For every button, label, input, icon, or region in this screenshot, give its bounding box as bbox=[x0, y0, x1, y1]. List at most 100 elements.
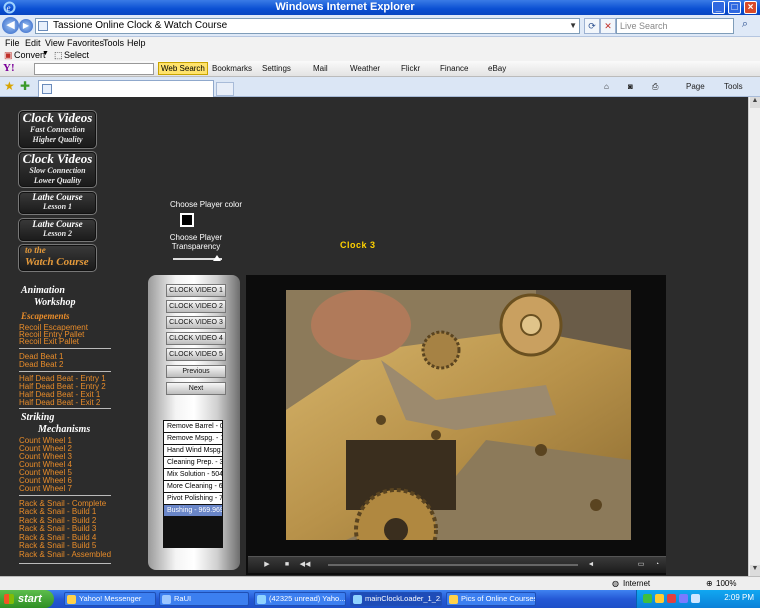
system-tray: 2:09 PM bbox=[636, 590, 760, 608]
menu-view[interactable]: View bbox=[45, 38, 64, 48]
video-display[interactable] bbox=[286, 290, 631, 540]
tray-icon[interactable] bbox=[691, 594, 700, 603]
tray-icon[interactable] bbox=[679, 594, 688, 603]
chapter-item[interactable]: Pivot Polishing - 7 bbox=[164, 493, 222, 504]
link-half-dead-exit-2[interactable]: Half Dead Beat - Exit 2 bbox=[19, 399, 100, 407]
yahoo-search-input[interactable] bbox=[34, 63, 154, 75]
toolbar-flickr[interactable]: Flickr bbox=[401, 64, 420, 73]
search-icon[interactable]: ⌕ bbox=[737, 18, 753, 34]
clock-videos-fast-button[interactable]: Clock Videos Fast Connection Higher Qual… bbox=[18, 110, 97, 149]
seek-bar[interactable] bbox=[328, 564, 578, 566]
clock-videos-slow-button[interactable]: Clock Videos Slow Connection Lower Quali… bbox=[18, 151, 97, 188]
maximize-button[interactable]: □ bbox=[728, 1, 741, 14]
web-search-button[interactable]: Web Search bbox=[158, 62, 208, 75]
feeds-icon[interactable]: ◙ bbox=[628, 82, 633, 91]
chevron-down-icon[interactable]: ▼ bbox=[42, 50, 49, 57]
close-button[interactable]: × bbox=[744, 1, 757, 14]
page-menu[interactable]: Page bbox=[686, 82, 705, 91]
refresh-icon[interactable]: ⟳ bbox=[584, 18, 600, 34]
tray-icon[interactable] bbox=[655, 594, 664, 603]
menu-help[interactable]: Help bbox=[127, 38, 146, 48]
volume-icon[interactable]: ◄ bbox=[584, 560, 598, 570]
scroll-down-icon[interactable]: ▼ bbox=[750, 565, 760, 576]
scroll-up-icon[interactable]: ▲ bbox=[750, 97, 760, 108]
link-count-wheel-7[interactable]: Count Wheel 7 bbox=[19, 485, 72, 493]
favorites-star-icon[interactable]: ★ bbox=[4, 79, 15, 93]
task-pics-online-courses[interactable]: Pics of Online Courses bbox=[446, 592, 536, 606]
chapter-item[interactable]: More Cleaning - 6 bbox=[164, 481, 222, 492]
link-rack-build-5[interactable]: Rack & Snail - Build 5 bbox=[19, 542, 96, 550]
chapter-item[interactable]: Hand Wind Mspg. bbox=[164, 445, 222, 456]
task-yahoo-messenger[interactable]: Yahoo! Messenger bbox=[64, 592, 156, 606]
chapter-item-selected[interactable]: Bushing - 969.969 bbox=[164, 505, 222, 516]
tray-icon[interactable] bbox=[643, 594, 652, 603]
toolbar-finance[interactable]: Finance bbox=[440, 64, 468, 73]
menu-tools[interactable]: Tools bbox=[103, 38, 124, 48]
convert-button[interactable]: Convert bbox=[14, 50, 46, 60]
stop-icon[interactable]: ■ bbox=[280, 560, 294, 570]
clock-video-2-button[interactable]: CLOCK VIDEO 2 bbox=[166, 300, 226, 313]
clock-video-1-button[interactable]: CLOCK VIDEO 1 bbox=[166, 284, 226, 297]
link-dead-beat-2[interactable]: Dead Beat 2 bbox=[19, 361, 63, 369]
tray-icon[interactable] bbox=[667, 594, 676, 603]
link-recoil-exit[interactable]: Recoil Exit Pallet bbox=[19, 338, 79, 346]
menu-favorites[interactable]: Favorites bbox=[67, 38, 104, 48]
clock-video-5-button[interactable]: CLOCK VIDEO 5 bbox=[166, 348, 226, 361]
fullscreen-icon[interactable]: ▭ bbox=[634, 560, 648, 570]
home-icon[interactable]: ⌂ bbox=[604, 82, 609, 91]
back-button[interactable]: ◀ bbox=[2, 17, 19, 34]
toolbar-bookmarks[interactable]: Bookmarks bbox=[212, 64, 252, 73]
task-raui[interactable]: RaUI bbox=[159, 592, 249, 606]
link-rack-build-3[interactable]: Rack & Snail - Build 3 bbox=[19, 525, 96, 533]
toolbar-settings[interactable]: Settings bbox=[262, 64, 291, 73]
transparency-slider[interactable] bbox=[173, 255, 222, 261]
play-icon[interactable]: ▶ bbox=[260, 560, 274, 570]
workshop-heading: Workshop bbox=[34, 297, 76, 308]
add-favorites-icon[interactable]: ✚ bbox=[20, 79, 30, 93]
slider-knob[interactable] bbox=[213, 255, 222, 261]
button-title: Clock Videos bbox=[22, 110, 93, 125]
taskbar-clock[interactable]: 2:09 PM bbox=[724, 593, 754, 602]
forward-button[interactable]: ▶ bbox=[19, 19, 33, 33]
zoom-level[interactable]: 100% bbox=[716, 579, 736, 588]
link-rack-assembled[interactable]: Rack & Snail - Assembled bbox=[19, 551, 111, 559]
task-yahoo-mail[interactable]: (42325 unread) Yaho... bbox=[254, 592, 346, 606]
chevron-down-icon[interactable]: ▼ bbox=[569, 21, 577, 30]
player-color-swatch[interactable] bbox=[180, 213, 194, 227]
address-bar[interactable]: Tassione Online Clock & Watch Course ▼ bbox=[35, 18, 580, 34]
clock-video-4-button[interactable]: CLOCK VIDEO 4 bbox=[166, 332, 226, 345]
minimize-button[interactable]: _ bbox=[712, 1, 725, 14]
clock-video-3-button[interactable]: CLOCK VIDEO 3 bbox=[166, 316, 226, 329]
title-bar: e Windows Internet Explorer _ □ × bbox=[0, 0, 760, 15]
task-main-clock-loader[interactable]: mainClockLoader_1_2... bbox=[350, 592, 442, 606]
next-button[interactable]: Next bbox=[166, 382, 226, 395]
start-button[interactable]: start bbox=[0, 590, 54, 608]
rewind-icon[interactable]: ◀◀ bbox=[298, 560, 312, 570]
search-input[interactable]: Live Search bbox=[616, 18, 734, 34]
chapter-item[interactable]: Cleaning Prep. - 3 bbox=[164, 457, 222, 468]
toolbar-mail[interactable]: Mail bbox=[313, 64, 328, 73]
previous-button[interactable]: Previous bbox=[166, 365, 226, 378]
toolbar-ebay[interactable]: eBay bbox=[488, 64, 506, 73]
stop-icon[interactable]: ✕ bbox=[600, 18, 616, 34]
menu-file[interactable]: File bbox=[5, 38, 20, 48]
select-button[interactable]: Select bbox=[64, 50, 89, 60]
scrollbar[interactable]: ▲ ▼ bbox=[748, 97, 760, 576]
print-icon[interactable]: ⎙ bbox=[652, 82, 658, 92]
animation-heading: Animation bbox=[21, 285, 65, 296]
lathe-lesson-2-button[interactable]: Lathe Course Lesson 2 bbox=[18, 218, 97, 242]
yahoo-logo-icon[interactable]: Y! bbox=[3, 62, 15, 74]
tools-menu[interactable]: Tools bbox=[724, 82, 743, 91]
toolbar-weather[interactable]: Weather bbox=[350, 64, 380, 73]
chapter-item[interactable]: Remove Barrel - 0 bbox=[164, 421, 222, 432]
start-label: start bbox=[18, 593, 42, 605]
chapter-item[interactable]: Remove Mspg. - 1 bbox=[164, 433, 222, 444]
menu-edit[interactable]: Edit bbox=[25, 38, 41, 48]
link-rack-build-1[interactable]: Rack & Snail - Build 1 bbox=[19, 508, 96, 516]
lathe-lesson-1-button[interactable]: Lathe Course Lesson 1 bbox=[18, 191, 97, 215]
captions-icon[interactable]: ◔ bbox=[650, 560, 664, 570]
tab-current[interactable] bbox=[38, 80, 214, 97]
new-tab-button[interactable] bbox=[216, 82, 234, 96]
watch-course-button[interactable]: to the Watch Course bbox=[18, 244, 97, 272]
chapter-item[interactable]: Mix Solution - 504 bbox=[164, 469, 222, 480]
